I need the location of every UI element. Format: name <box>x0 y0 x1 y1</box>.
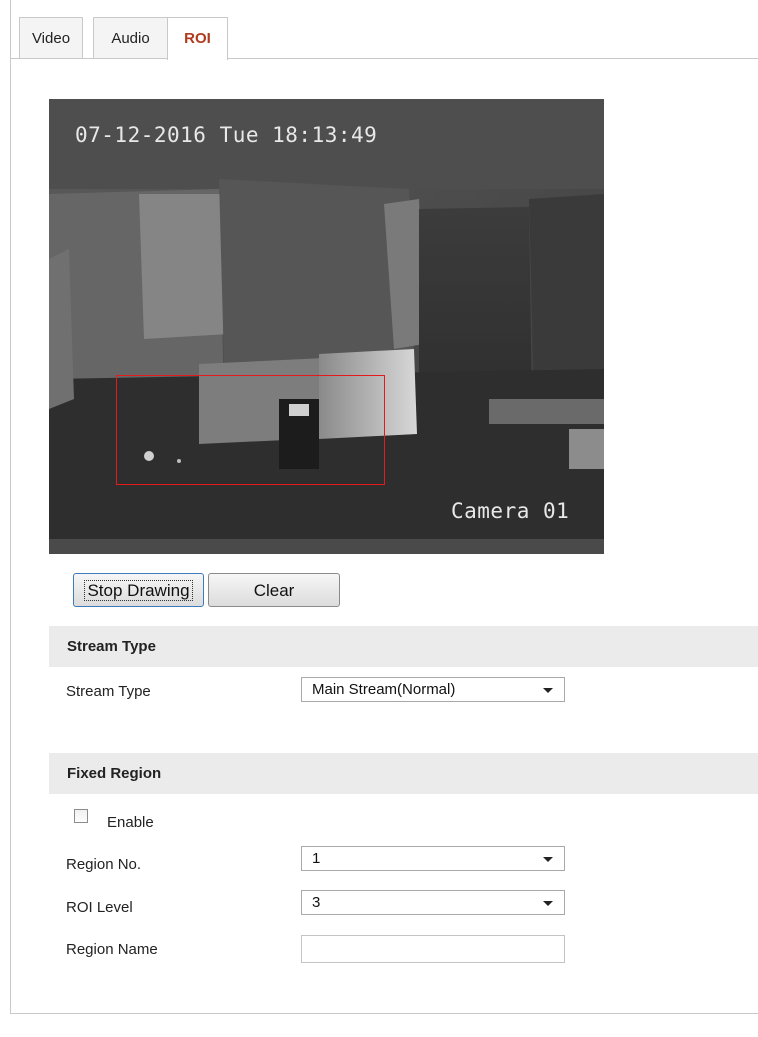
stream-type-section-header: Stream Type <box>49 626 758 667</box>
clear-button[interactable]: Clear <box>208 573 340 607</box>
chevron-down-icon <box>543 901 553 906</box>
tab-audio[interactable]: Audio <box>93 17 168 59</box>
region-name-input[interactable] <box>301 935 565 963</box>
roi-level-value: 3 <box>312 894 321 911</box>
region-no-select[interactable]: 1 <box>301 846 565 871</box>
fixed-region-section-header: Fixed Region <box>49 753 758 794</box>
osd-camera-name: Camera 01 <box>451 499 570 523</box>
region-name-label: Region Name <box>66 941 158 958</box>
region-no-label: Region No. <box>66 856 142 873</box>
enable-checkbox[interactable] <box>74 809 88 823</box>
chevron-down-icon <box>543 688 553 693</box>
stop-drawing-label: Stop Drawing <box>84 580 193 601</box>
enable-label: Enable <box>107 814 154 831</box>
tab-video[interactable]: Video <box>19 17 83 59</box>
camera-scene <box>49 99 604 554</box>
stream-type-select[interactable]: Main Stream(Normal) <box>301 677 565 702</box>
region-no-value: 1 <box>312 850 321 867</box>
tab-roi[interactable]: ROI <box>167 17 228 60</box>
roi-level-select[interactable]: 3 <box>301 890 565 915</box>
chevron-down-icon <box>543 857 553 862</box>
stop-drawing-button[interactable]: Stop Drawing <box>73 573 204 607</box>
tab-bar: Video Audio ROI <box>10 17 758 60</box>
live-video-preview[interactable]: 07-12-2016 Tue 18:13:49 Camera 01 <box>49 99 604 554</box>
osd-timestamp: 07-12-2016 Tue 18:13:49 <box>75 123 378 147</box>
roi-level-label: ROI Level <box>66 899 133 916</box>
roi-region-box[interactable] <box>116 375 385 485</box>
stream-type-value: Main Stream(Normal) <box>312 681 456 698</box>
stream-type-label: Stream Type <box>66 683 151 700</box>
